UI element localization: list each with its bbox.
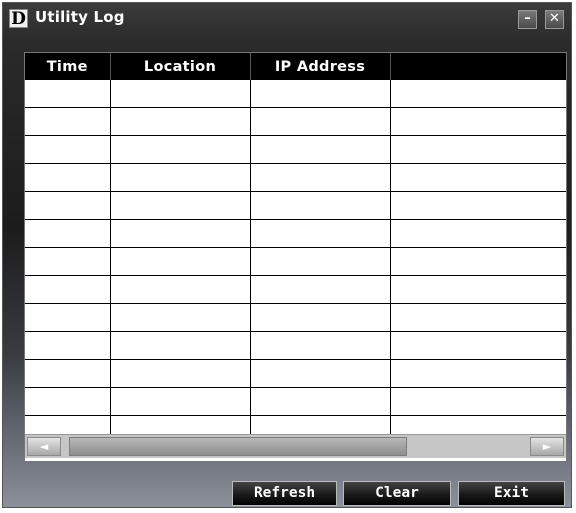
- table-cell: [250, 247, 391, 276]
- table-cell: [390, 303, 566, 332]
- column-header-ip-address[interactable]: IP Address: [250, 53, 391, 80]
- table-row[interactable]: [25, 387, 566, 416]
- table-row[interactable]: [25, 219, 566, 248]
- table-cell: [110, 303, 251, 332]
- table-cell: [25, 107, 111, 136]
- window-title: Utility Log: [35, 8, 125, 26]
- table-cell: [110, 163, 251, 192]
- table-row[interactable]: [25, 80, 566, 108]
- table-row[interactable]: [25, 107, 566, 136]
- table-cell: [25, 303, 111, 332]
- table-cell: [110, 135, 251, 164]
- column-header-time[interactable]: Time: [25, 53, 111, 80]
- table-cell: [110, 387, 251, 416]
- log-table-body: [25, 80, 566, 444]
- exit-button[interactable]: Exit: [458, 481, 565, 506]
- table-cell: [25, 219, 111, 248]
- table-cell: [250, 80, 391, 108]
- clear-button[interactable]: Clear: [343, 481, 451, 506]
- log-table-panel: Time Location IP Address: [24, 52, 567, 462]
- table-cell: [390, 359, 566, 388]
- utility-log-window: D Utility Log – ✕ Time Location IP Addre…: [2, 2, 572, 508]
- table-cell: [250, 135, 391, 164]
- refresh-button[interactable]: Refresh: [232, 481, 337, 506]
- close-button[interactable]: ✕: [545, 10, 564, 29]
- table-cell: [250, 107, 391, 136]
- table-cell: [110, 331, 251, 360]
- table-row[interactable]: [25, 247, 566, 276]
- scrollbar-thumb[interactable]: [69, 437, 407, 456]
- table-cell: [110, 359, 251, 388]
- table-row[interactable]: [25, 163, 566, 192]
- table-row[interactable]: [25, 331, 566, 360]
- table-cell: [390, 80, 566, 108]
- table-cell: [110, 219, 251, 248]
- table-row[interactable]: [25, 303, 566, 332]
- table-header-row: Time Location IP Address: [25, 53, 566, 80]
- table-row[interactable]: [25, 275, 566, 304]
- table-cell: [110, 275, 251, 304]
- table-cell: [25, 80, 111, 108]
- scroll-left-arrow-icon[interactable]: ◄: [27, 437, 61, 456]
- table-cell: [390, 247, 566, 276]
- horizontal-scrollbar[interactable]: ◄ ►: [25, 434, 566, 458]
- table-row[interactable]: [25, 191, 566, 220]
- table-cell: [250, 191, 391, 220]
- table-cell: [25, 275, 111, 304]
- dlink-logo-icon: D: [9, 9, 28, 29]
- table-cell: [110, 247, 251, 276]
- table-cell: [25, 387, 111, 416]
- table-cell: [25, 247, 111, 276]
- table-cell: [250, 359, 391, 388]
- log-table: Time Location IP Address: [25, 53, 566, 444]
- scroll-right-arrow-icon[interactable]: ►: [530, 437, 564, 456]
- title-bar[interactable]: D Utility Log – ✕: [3, 3, 571, 33]
- table-cell: [390, 219, 566, 248]
- table-cell: [25, 359, 111, 388]
- table-cell: [390, 387, 566, 416]
- table-cell: [110, 107, 251, 136]
- table-cell: [110, 80, 251, 108]
- table-cell: [390, 163, 566, 192]
- table-cell: [250, 219, 391, 248]
- table-cell: [390, 107, 566, 136]
- table-cell: [250, 331, 391, 360]
- table-cell: [25, 163, 111, 192]
- column-header-extra[interactable]: [390, 53, 566, 80]
- table-cell: [390, 135, 566, 164]
- table-cell: [25, 191, 111, 220]
- table-cell: [25, 135, 111, 164]
- column-header-location[interactable]: Location: [110, 53, 251, 80]
- table-cell: [390, 191, 566, 220]
- table-cell: [250, 303, 391, 332]
- table-cell: [25, 331, 111, 360]
- table-cell: [250, 163, 391, 192]
- table-row[interactable]: [25, 135, 566, 164]
- minimize-button[interactable]: –: [518, 10, 537, 29]
- table-row[interactable]: [25, 359, 566, 388]
- table-cell: [110, 191, 251, 220]
- table-cell: [390, 331, 566, 360]
- table-cell: [390, 275, 566, 304]
- table-cell: [250, 387, 391, 416]
- table-cell: [250, 275, 391, 304]
